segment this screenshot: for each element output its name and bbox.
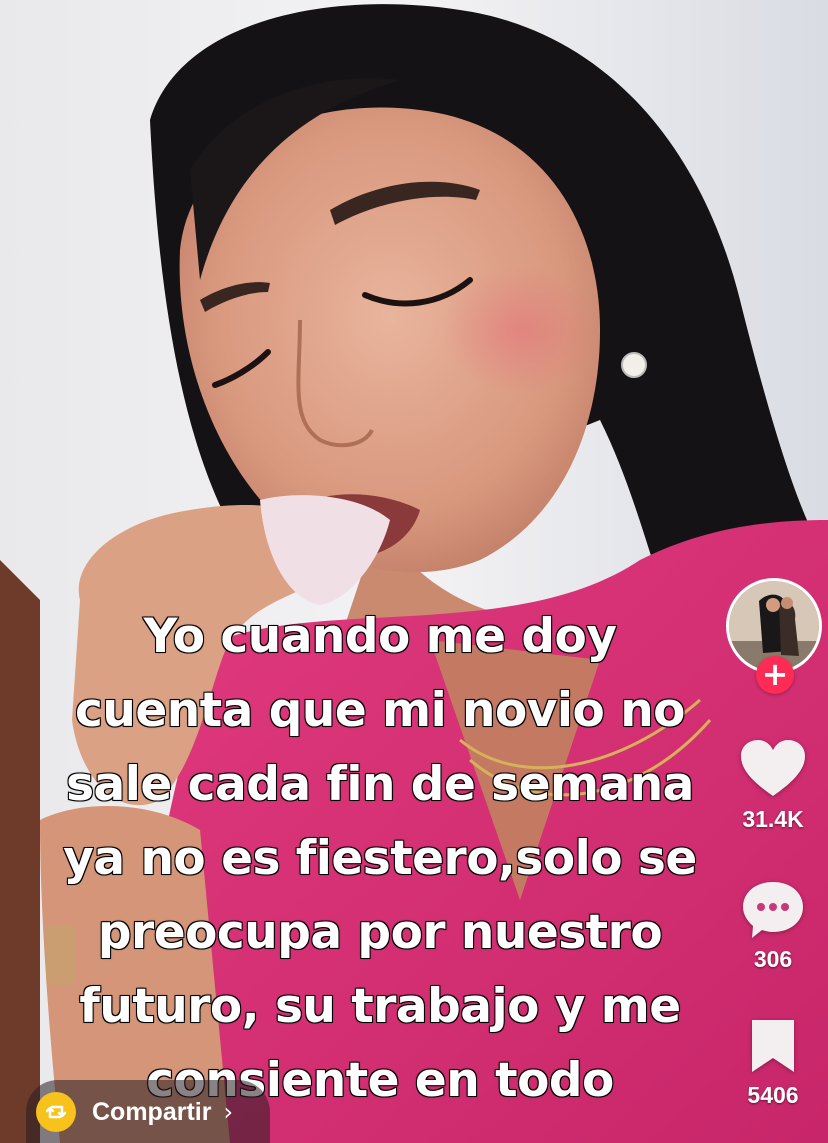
video-caption: Yo cuando me doy cuenta que mi novio no …: [40, 600, 720, 1118]
chevron-right-icon: ›: [223, 1098, 234, 1126]
share-repost-icon: [36, 1092, 76, 1132]
like-action[interactable]: 31.4K: [718, 738, 828, 833]
caption-line: sale cada fin de semana: [65, 756, 695, 813]
heart-icon[interactable]: [739, 738, 807, 800]
caption-line: Yo cuando me doy: [143, 608, 618, 665]
comment-count: 306: [753, 946, 793, 972]
save-action[interactable]: 5406: [718, 1016, 828, 1109]
follow-button[interactable]: +: [756, 656, 794, 694]
caption-line: ya no es fiestero,solo se: [62, 830, 698, 887]
share-label: Compartir: [92, 1097, 212, 1126]
comment-bubble-icon[interactable]: [740, 878, 806, 940]
caption-line: preocupa por nuestro: [97, 904, 663, 961]
like-count: 31.4K: [742, 806, 804, 832]
comment-action[interactable]: 306: [718, 878, 828, 973]
bookmark-icon[interactable]: [748, 1016, 798, 1076]
caption-line: cuenta que mi novio no: [74, 682, 686, 739]
share-button[interactable]: Compartir ›: [26, 1080, 270, 1143]
save-count: 5406: [747, 1082, 799, 1108]
video-screen[interactable]: Yo cuando me doy cuenta que mi novio no …: [0, 0, 828, 1143]
creator-avatar-group: +: [726, 578, 822, 694]
caption-line: futuro, su trabajo y me: [79, 978, 682, 1035]
